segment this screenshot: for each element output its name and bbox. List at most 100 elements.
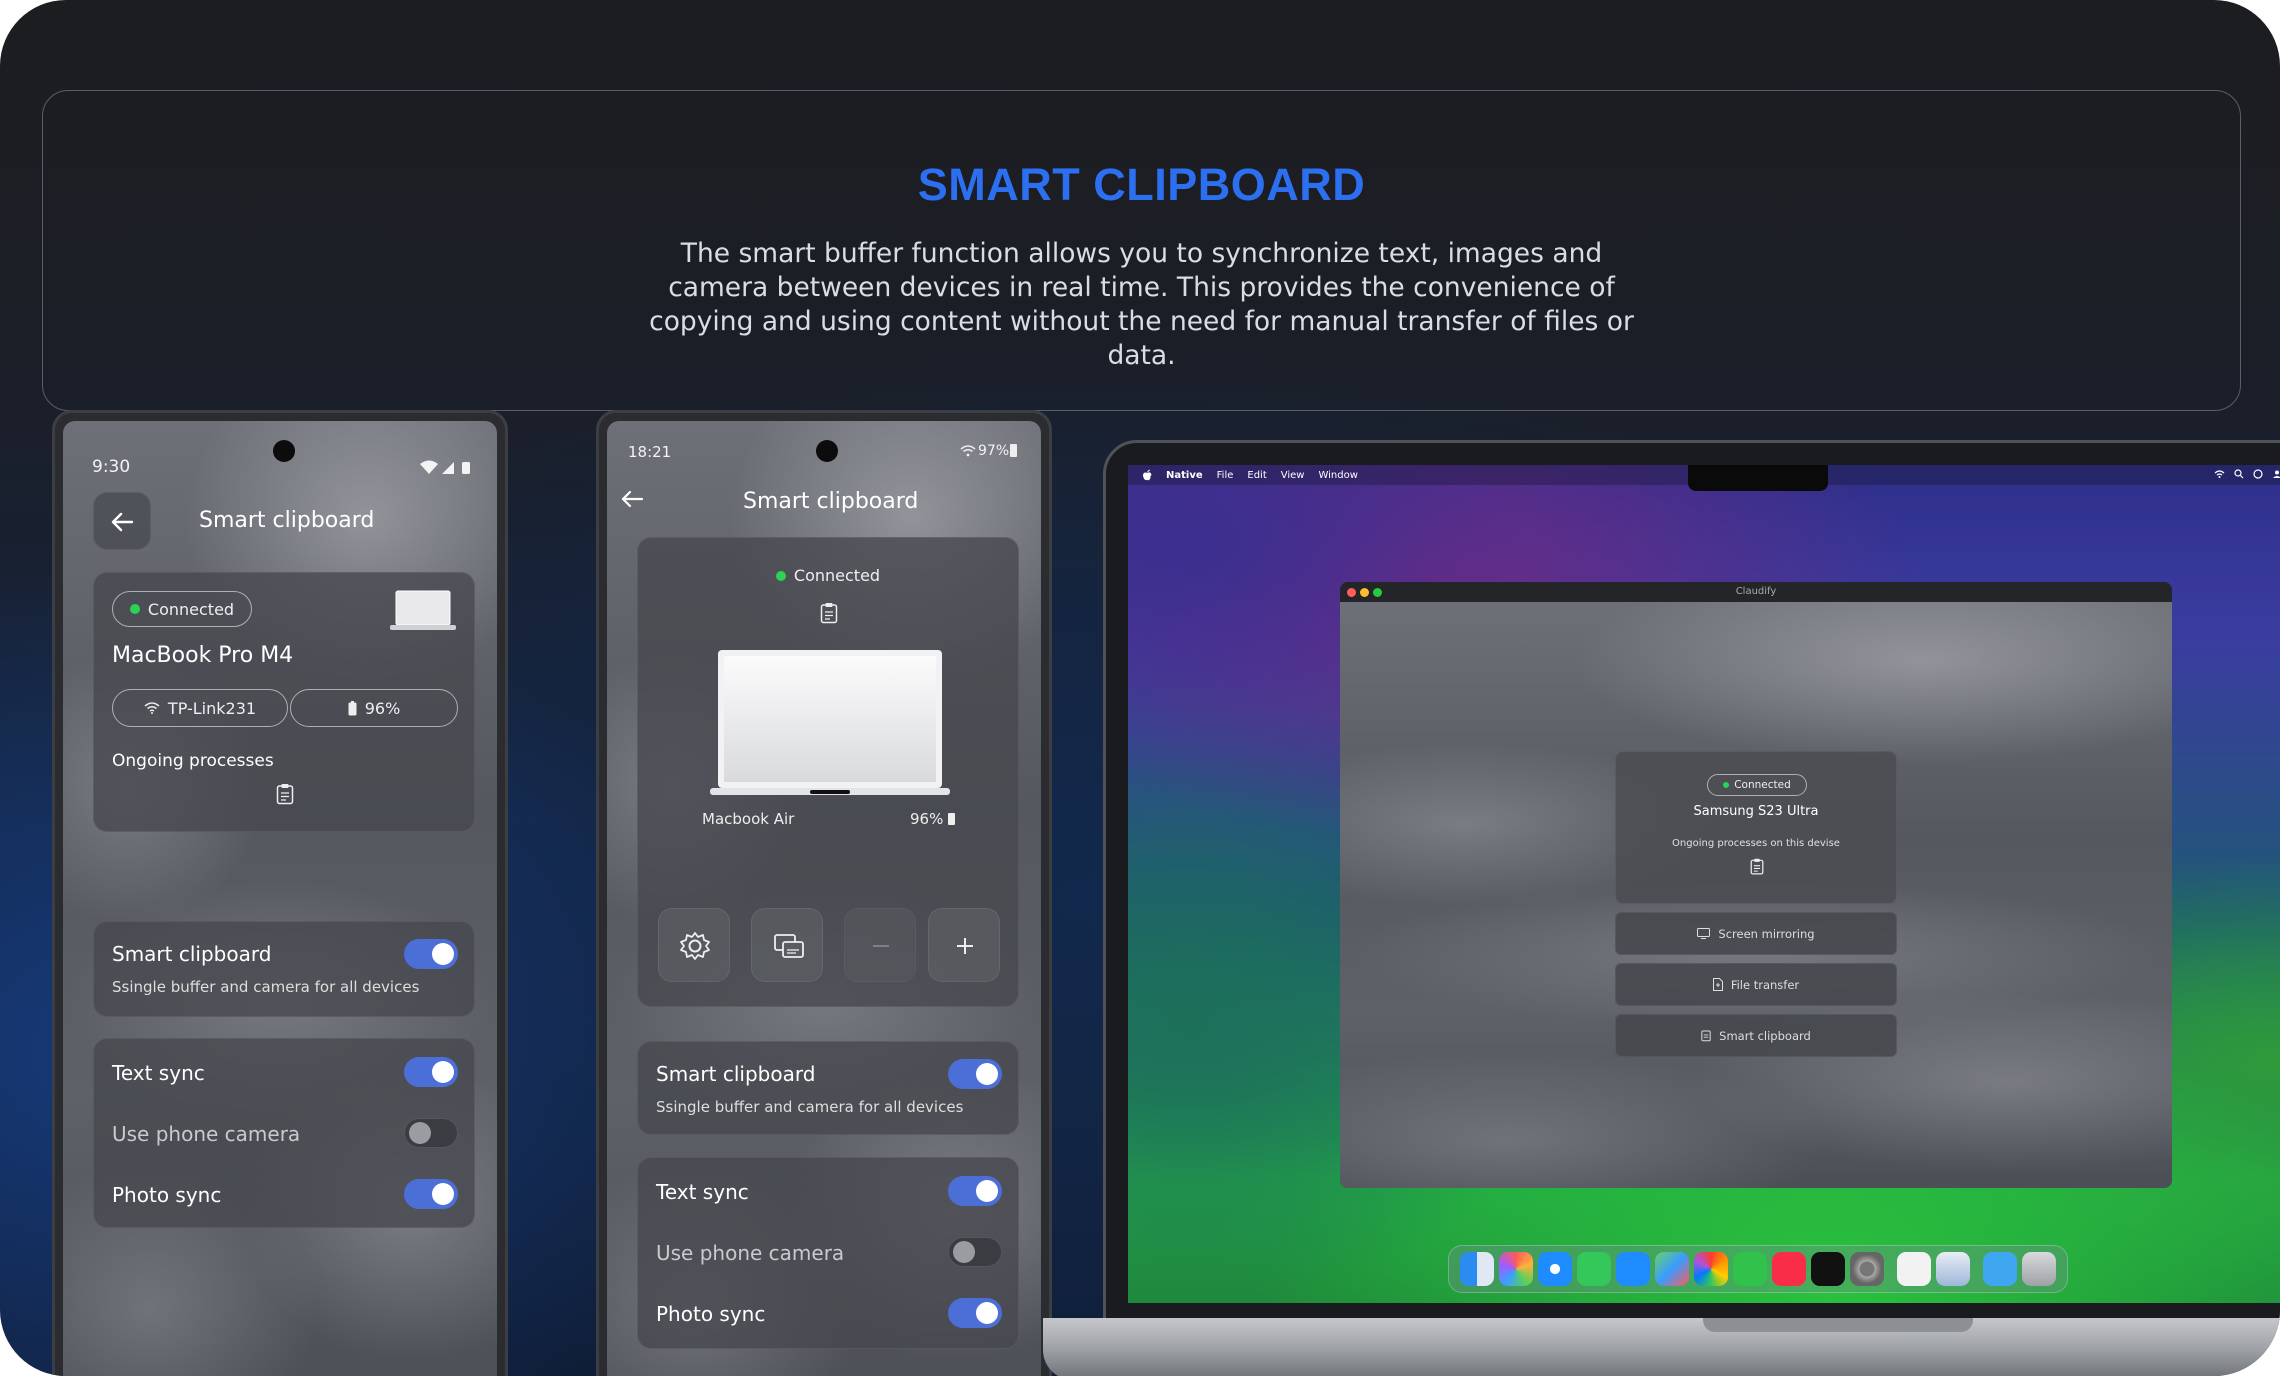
clipboard-icon <box>1701 1030 1711 1042</box>
device-card: Connected Samsung S23 Ultra Ongoing proc… <box>1615 751 1897 904</box>
clipboard-icon <box>820 603 838 624</box>
use-camera-label: Use phone camera <box>656 1241 845 1265</box>
back-button[interactable] <box>93 492 151 550</box>
minus-icon <box>873 945 889 947</box>
trash-icon[interactable] <box>2022 1252 2056 1286</box>
connected-label: Connected <box>147 599 235 619</box>
text-sync-toggle[interactable] <box>948 1176 1002 1206</box>
battery-icon <box>1010 444 1017 457</box>
page-title: Smart clipboard <box>199 508 375 533</box>
zoom-in-button[interactable] <box>928 908 1000 982</box>
menu-edit[interactable]: Edit <box>1247 470 1266 481</box>
folder-icon[interactable] <box>1983 1252 2017 1286</box>
device-name: MacBook Pro M4 <box>112 643 294 668</box>
smart-clipboard-toggle[interactable] <box>948 1059 1002 1089</box>
smart-clipboard-title: Smart clipboard <box>656 1062 816 1086</box>
smart-clipboard-toggle[interactable] <box>404 939 458 969</box>
screen-mirroring-button[interactable] <box>751 908 823 982</box>
use-camera-toggle[interactable] <box>948 1237 1002 1267</box>
phone-center-screen: 18:21 97% Smart clipboard Connected Macb… <box>607 421 1041 1376</box>
preview-icon[interactable] <box>1936 1252 1970 1286</box>
search-icon[interactable] <box>2234 469 2244 479</box>
safari-icon[interactable] <box>1538 1252 1572 1286</box>
connected-badge: Connected <box>112 591 252 627</box>
wifi-icon[interactable] <box>2214 469 2225 479</box>
connected-status: Connected <box>638 566 1018 585</box>
macbook-lid: Native File Edit View Window Claudify Co… <box>1103 440 2280 1325</box>
user-icon[interactable] <box>2272 469 2280 479</box>
screen-mirroring-button[interactable]: Screen mirroring <box>1615 912 1897 955</box>
clipboard-icon <box>276 784 294 805</box>
device-card: Connected MacBook Pro M4 TP-Link231 96% … <box>93 572 475 832</box>
claudify-window: Claudify Connected Samsung S23 Ultra Ong… <box>1340 582 2172 1188</box>
photo-sync-toggle[interactable] <box>948 1298 1002 1328</box>
clock: 9:30 <box>92 457 131 477</box>
textedit-icon[interactable] <box>1897 1252 1931 1286</box>
zoom-out-button[interactable] <box>844 908 916 982</box>
photo-sync-toggle[interactable] <box>404 1179 458 1209</box>
plus-icon <box>957 938 973 954</box>
ongoing-label: Ongoing processes <box>112 751 274 771</box>
macbook-base <box>1043 1318 2280 1376</box>
clock: 18:21 <box>628 443 672 461</box>
smart-clipboard-button[interactable]: Smart clipboard <box>1615 1014 1897 1057</box>
gear-icon <box>680 932 710 960</box>
mail-icon[interactable] <box>1616 1252 1650 1286</box>
settings-button[interactable] <box>658 908 730 982</box>
battery-icon <box>348 700 357 715</box>
launchpad-icon[interactable] <box>1499 1252 1533 1286</box>
hero-panel: SMART CLIPBOARD The smart buffer functio… <box>42 90 2241 411</box>
arrow-left-icon[interactable] <box>617 484 647 514</box>
hero-title: SMART CLIPBOARD <box>917 159 1366 210</box>
camera-icon <box>816 440 838 462</box>
system-settings-icon[interactable] <box>1850 1252 1884 1286</box>
text-sync-label: Text sync <box>112 1061 205 1085</box>
zoom-window-button[interactable] <box>1373 588 1382 597</box>
macbook-hinge-notch <box>1703 1318 1973 1332</box>
smart-clipboard-card: Smart clipboard Ssingle buffer and camer… <box>637 1041 1019 1135</box>
phone-left: 9:30 Smart clipboard Connected MacBook P… <box>52 410 508 1376</box>
photos-icon[interactable] <box>1694 1252 1728 1286</box>
finder-icon[interactable] <box>1460 1252 1494 1286</box>
battery-percent: 97% <box>978 443 1010 459</box>
battery-pill: 96% <box>290 689 458 727</box>
smart-clipboard-title: Smart clipboard <box>112 942 272 966</box>
status-bar: 18:21 97% <box>607 421 1041 471</box>
arrow-left-icon <box>111 512 134 532</box>
apple-tv-icon[interactable] <box>1811 1252 1845 1286</box>
facetime-icon[interactable] <box>1733 1252 1767 1286</box>
menu-app-name[interactable]: Native <box>1166 470 1203 481</box>
use-camera-toggle[interactable] <box>404 1118 458 1148</box>
photo-sync-label: Photo sync <box>112 1183 222 1207</box>
window-title: Claudify <box>1735 586 1777 597</box>
maps-icon[interactable] <box>1655 1252 1689 1286</box>
menu-file[interactable]: File <box>1217 470 1234 481</box>
showcase-frame: SMART CLIPBOARD The smart buffer functio… <box>0 0 2280 1376</box>
menu-window[interactable]: Window <box>1318 470 1357 481</box>
wifi-icon <box>960 445 976 457</box>
text-sync-toggle[interactable] <box>404 1057 458 1087</box>
file-transfer-button[interactable]: File transfer <box>1615 963 1897 1006</box>
macbook-screen: Native File Edit View Window Claudify Co… <box>1128 465 2280 1303</box>
wifi-icon <box>144 702 160 714</box>
hero-description: The smart buffer function allows you to … <box>649 238 1634 371</box>
minimize-window-button[interactable] <box>1360 588 1369 597</box>
screen-mirroring-label: Screen mirroring <box>1718 926 1815 941</box>
connected-label: Connected <box>1734 779 1791 791</box>
file-icon <box>1712 978 1723 991</box>
control-center-icon[interactable] <box>2253 469 2263 479</box>
status-dot <box>129 604 140 614</box>
laptop-icon <box>390 590 456 630</box>
apple-icon[interactable] <box>1142 469 1152 481</box>
battery-icon <box>948 813 955 825</box>
wifi-pill: TP-Link231 <box>112 689 288 727</box>
menu-view[interactable]: View <box>1281 470 1305 481</box>
messages-icon[interactable] <box>1577 1252 1611 1286</box>
close-window-button[interactable] <box>1347 588 1356 597</box>
smart-clipboard-card: Smart clipboard Ssingle buffer and camer… <box>93 921 475 1017</box>
use-camera-label: Use phone camera <box>112 1122 301 1146</box>
smart-clipboard-label: Smart clipboard <box>1719 1028 1811 1043</box>
photo-sync-label: Photo sync <box>656 1302 766 1326</box>
dock <box>1448 1245 2068 1293</box>
music-icon[interactable] <box>1772 1252 1806 1286</box>
